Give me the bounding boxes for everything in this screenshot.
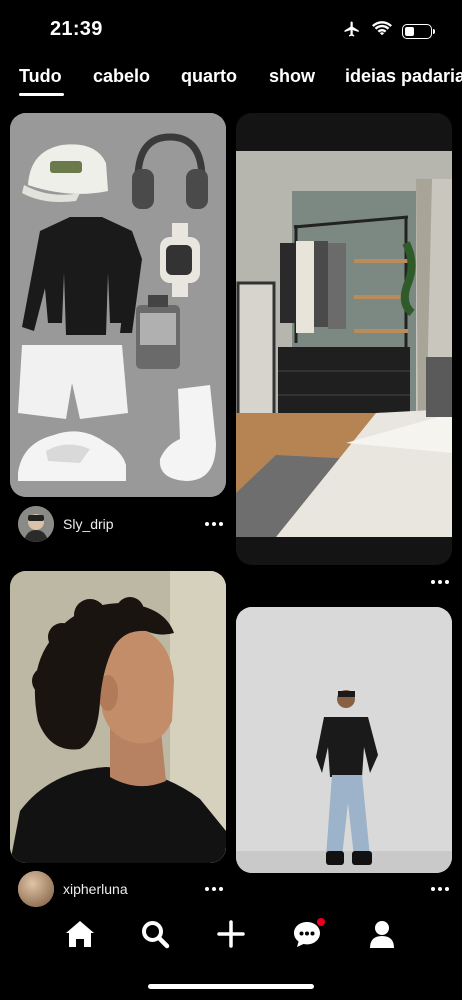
home-icon[interactable] bbox=[64, 918, 96, 950]
more-options-icon[interactable] bbox=[205, 887, 223, 891]
pin-street-style-image[interactable] bbox=[236, 607, 452, 873]
more-options-icon[interactable] bbox=[205, 522, 223, 526]
messages-icon[interactable] bbox=[291, 918, 325, 950]
tab-quarto[interactable]: quarto bbox=[181, 66, 237, 87]
tab-tudo[interactable]: Tudo bbox=[19, 66, 62, 87]
tab-ideias-padaria[interactable]: ideias padaria bbox=[345, 66, 462, 87]
bottom-navigation bbox=[0, 908, 462, 968]
pin-outfit-image[interactable] bbox=[10, 113, 226, 497]
tab-show[interactable]: show bbox=[269, 66, 315, 87]
pinner-name: Sly_drip bbox=[63, 516, 114, 532]
avatar bbox=[18, 871, 54, 907]
selected-tab-indicator bbox=[19, 93, 64, 96]
pin-portrait-image[interactable] bbox=[10, 571, 226, 863]
airplane-mode-icon bbox=[342, 20, 362, 43]
pinner-name: xipherluna bbox=[63, 881, 128, 897]
status-bar: 21:39 bbox=[0, 0, 462, 58]
more-options-icon[interactable] bbox=[431, 887, 449, 891]
status-time: 21:39 bbox=[50, 18, 103, 40]
notification-badge bbox=[317, 918, 325, 926]
wifi-icon bbox=[372, 21, 392, 42]
perfume-item bbox=[136, 295, 180, 369]
pin-portrait-pinner[interactable]: xipherluna bbox=[18, 871, 128, 907]
tab-cabelo[interactable]: cabelo bbox=[93, 66, 150, 87]
avatar bbox=[18, 506, 54, 542]
search-icon[interactable] bbox=[139, 918, 171, 950]
home-indicator bbox=[148, 984, 314, 989]
create-icon[interactable] bbox=[215, 918, 247, 950]
pin-bedroom-image[interactable] bbox=[236, 113, 452, 565]
profile-icon[interactable] bbox=[366, 918, 398, 950]
category-tabs: Tudo cabelo quarto show ideias padaria bbox=[0, 62, 462, 102]
more-options-icon[interactable] bbox=[431, 580, 449, 584]
status-icons bbox=[342, 20, 435, 43]
pin-outfit-pinner[interactable]: Sly_drip bbox=[18, 506, 114, 542]
battery-icon bbox=[402, 24, 435, 39]
